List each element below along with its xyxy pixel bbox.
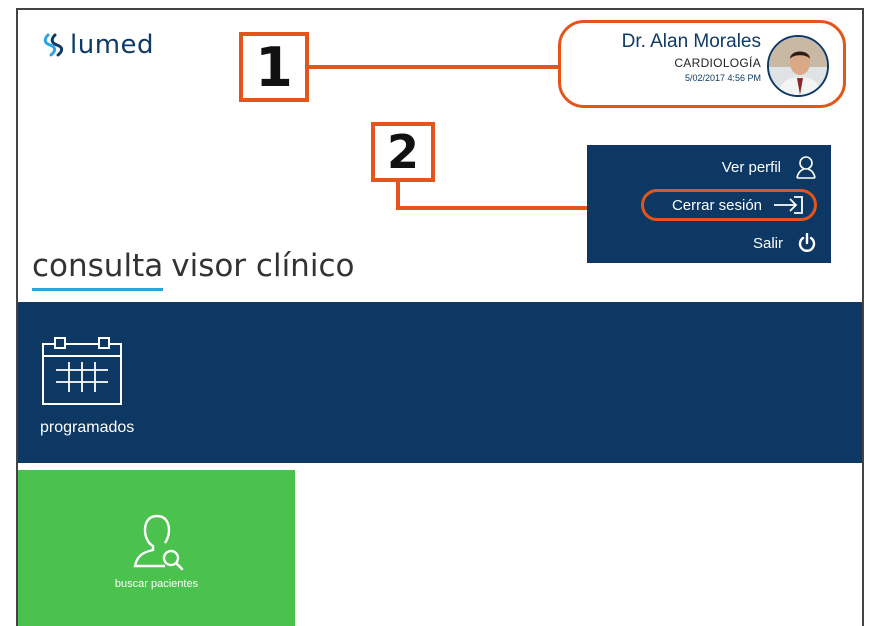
tab-consulta[interactable]: consulta — [32, 248, 163, 284]
power-icon — [798, 233, 816, 252]
user-info[interactable]: Dr. Alan Morales CARDIOLOGÍA 5/02/2017 4… — [558, 20, 846, 108]
user-search-icon — [133, 514, 183, 571]
callout-1-connector — [309, 65, 560, 69]
scheduled-tile[interactable]: programados — [40, 336, 134, 437]
logo[interactable]: lumed — [42, 30, 154, 60]
exit-label: Salir — [752, 234, 783, 252]
callout-2: 2 — [371, 122, 435, 182]
tab-visor-clinico[interactable]: visor clínico — [171, 248, 354, 284]
avatar-photo — [769, 37, 827, 95]
user-specialty: CARDIOLOGÍA — [674, 56, 761, 70]
search-patients-tile[interactable]: buscar pacientes — [18, 470, 295, 626]
user-text: Dr. Alan Morales CARDIOLOGÍA 5/02/2017 4… — [622, 31, 761, 83]
view-profile-label: Ver perfil — [721, 158, 781, 176]
logout-label: Cerrar sesión — [671, 196, 762, 214]
search-patients-label: buscar pacientes — [114, 578, 199, 590]
scheduled-label: programados — [40, 419, 135, 436]
avatar[interactable] — [767, 35, 829, 97]
calendar-icon — [42, 337, 122, 405]
logo-text: lumed — [70, 30, 155, 60]
lumed-logo-icon — [43, 33, 64, 57]
app-frame: lumed 1 2 Dr. Alan Morales CARDIOLOGÍA 5… — [16, 8, 864, 626]
exit-menu-item[interactable]: Salir — [587, 227, 831, 259]
logout-menu-item[interactable]: Cerrar sesión — [641, 189, 817, 221]
callout-1: 1 — [239, 32, 309, 102]
user-menu: Ver perfil Cerrar sesión Salir — [587, 145, 831, 263]
logout-arrow-icon — [774, 196, 803, 214]
view-profile-menu-item[interactable]: Ver perfil — [587, 151, 831, 183]
user-name: Dr. Alan Morales — [621, 31, 761, 52]
page-title: consulta visor clínico — [32, 248, 354, 284]
user-datetime: 5/02/2017 4:56 PM — [684, 73, 761, 83]
scheduled-band: programados — [18, 302, 862, 463]
user-icon — [796, 156, 816, 179]
